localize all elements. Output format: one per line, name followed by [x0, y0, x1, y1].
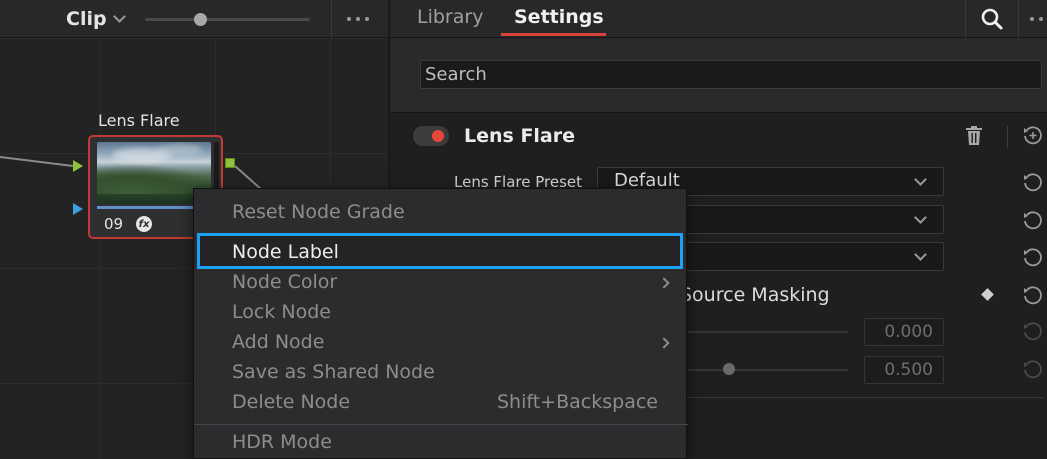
parameter-slider-1[interactable] — [688, 331, 848, 333]
reset-icon[interactable] — [1022, 171, 1044, 193]
clip-mode-dropdown[interactable]: Clip — [66, 7, 126, 31]
rgb-output-port[interactable] — [225, 158, 235, 168]
delete-node-shortcut: Shift+Backspace — [497, 391, 658, 413]
source-masking-label: Source Masking — [680, 284, 830, 306]
trash-icon[interactable] — [965, 126, 983, 146]
zoom-slider[interactable] — [145, 13, 310, 26]
menu-item-delete-node[interactable]: Delete Node — [232, 391, 350, 413]
menu-item-node-label[interactable]: Node Label — [232, 241, 339, 263]
node-number: 09 — [104, 215, 124, 233]
reset-icon[interactable] — [1022, 246, 1044, 268]
effect-title: Lens Flare — [464, 125, 576, 147]
keyframe-icon[interactable] — [981, 288, 994, 301]
clip-label: Clip — [66, 8, 107, 30]
menu-separator — [194, 424, 688, 425]
effect-enable-toggle[interactable] — [413, 126, 449, 146]
tab-settings[interactable]: Settings — [514, 6, 604, 28]
chevron-right-icon — [658, 277, 670, 289]
chevron-down-icon — [914, 211, 927, 224]
effect-header: Lens Flare — [390, 114, 1047, 160]
reset-icon[interactable] — [1022, 124, 1044, 146]
node-editor-toolbar: Clip — [0, 0, 388, 38]
parameter-value-2[interactable]: 0.500 — [864, 356, 944, 384]
menu-item-add-node[interactable]: Add Node — [232, 331, 324, 353]
node-title: Lens Flare — [98, 111, 180, 130]
menu-item-save-as-shared-node[interactable]: Save as Shared Node — [232, 361, 435, 383]
parameter-slider-2-handle[interactable] — [723, 363, 735, 375]
reset-icon[interactable] — [1022, 358, 1044, 380]
alpha-input-port[interactable] — [73, 203, 83, 215]
more-options-icon[interactable] — [1030, 10, 1047, 28]
node-context-menu: Reset Node Grade Node Label Node Color L… — [193, 188, 688, 459]
tab-library[interactable]: Library — [417, 6, 483, 28]
chevron-down-icon — [914, 173, 927, 186]
reset-icon[interactable] — [1022, 320, 1044, 342]
search-icon — [981, 8, 1003, 30]
section-divider — [680, 397, 1044, 398]
reset-icon[interactable] — [1022, 209, 1044, 231]
chevron-down-icon — [914, 248, 927, 261]
menu-item-reset-node-grade[interactable]: Reset Node Grade — [232, 201, 405, 223]
search-area — [390, 38, 1047, 113]
menu-item-hdr-mode[interactable]: HDR Mode — [232, 431, 332, 453]
header-divider — [1007, 126, 1008, 148]
rgb-input-port[interactable] — [73, 160, 83, 172]
zoom-slider-handle[interactable] — [194, 13, 207, 26]
search-button[interactable] — [965, 0, 1019, 38]
toolbar-divider — [331, 0, 332, 38]
active-tab-indicator — [501, 33, 606, 36]
reset-icon[interactable] — [1022, 284, 1044, 306]
chevron-right-icon — [658, 337, 670, 349]
parameter-slider-2[interactable] — [688, 369, 848, 371]
menu-item-lock-node[interactable]: Lock Node — [232, 301, 331, 323]
menu-item-node-color[interactable]: Node Color — [232, 271, 337, 293]
fx-icon: fx — [136, 216, 152, 232]
chevron-down-icon — [112, 10, 126, 23]
more-options-icon[interactable] — [347, 10, 369, 28]
panel-tabs: Library Settings — [390, 0, 1047, 38]
search-input[interactable] — [420, 60, 1042, 89]
parameter-value-1[interactable]: 0.000 — [864, 318, 944, 346]
